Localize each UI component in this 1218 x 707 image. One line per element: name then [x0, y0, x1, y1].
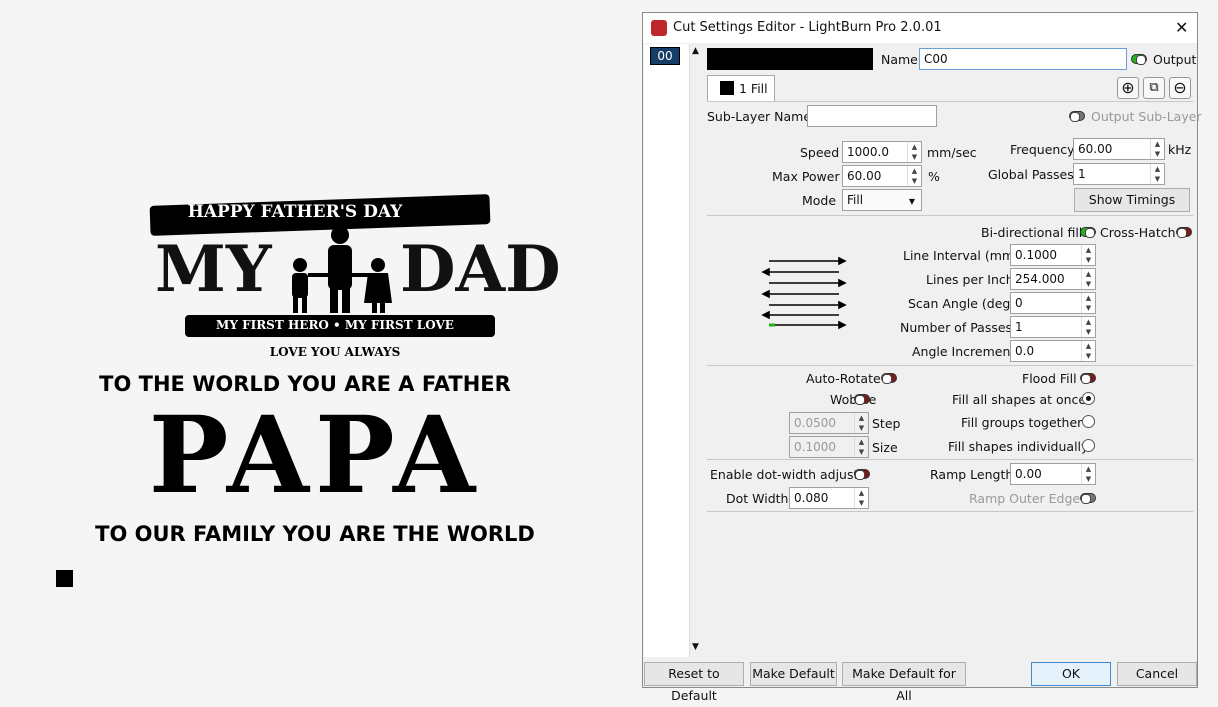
- name-input[interactable]: C00: [919, 48, 1127, 70]
- name-label: Name: [881, 52, 918, 67]
- output-label: Output: [1153, 52, 1197, 67]
- cancel-button[interactable]: Cancel: [1117, 662, 1197, 686]
- fill-groups-label: Fill groups together: [961, 415, 1083, 430]
- ramp-length-spinbox[interactable]: 0.00 ▲ ▼: [1010, 463, 1096, 485]
- frequency-label: Frequency: [1010, 142, 1075, 157]
- fill-preview-icon: [761, 253, 847, 331]
- add-sublayer-icon[interactable]: ⊕: [1117, 77, 1139, 99]
- art-line7: TO OUR FAMILY YOU ARE THE WORLD: [95, 522, 535, 546]
- fill-all-label: Fill all shapes at once: [952, 392, 1087, 407]
- max-power-label: Max Power: [772, 169, 840, 184]
- bidirectional-label: Bi-directional fill: [981, 225, 1083, 240]
- fill-all-radio[interactable]: [1082, 392, 1095, 405]
- size-label: Size: [872, 440, 898, 455]
- chevron-down-icon: ▼: [908, 197, 915, 206]
- global-passes-spinbox[interactable]: 1 ▲ ▼: [1073, 163, 1165, 185]
- num-passes-spinbox[interactable]: 1 ▲ ▼: [1010, 316, 1096, 338]
- layer-item-00[interactable]: 00: [650, 47, 680, 65]
- make-default-button[interactable]: Make Default: [750, 662, 837, 686]
- sublayer-name-input[interactable]: [807, 105, 937, 127]
- crosshatch-toggle[interactable]: [1176, 227, 1192, 238]
- window-title: Cut Settings Editor - LightBurn Pro 2.0.…: [673, 20, 942, 35]
- line-interval-spinbox[interactable]: 0.1000 ▲ ▼: [1010, 244, 1096, 266]
- wobble-toggle[interactable]: [854, 394, 870, 405]
- title-bar: Cut Settings Editor - LightBurn Pro 2.0.…: [643, 13, 1197, 43]
- scan-angle-label: Scan Angle (deg): [908, 296, 1016, 311]
- max-power-spinbox[interactable]: 60.00 ▲ ▼: [842, 165, 922, 187]
- fill-indiv-label: Fill shapes individually: [948, 439, 1089, 454]
- father-day-artwork[interactable]: HAPPY FATHER'S DAY MY DAD MY FIRST HERO …: [80, 190, 590, 560]
- autorotate-toggle[interactable]: [881, 373, 897, 384]
- sublayer-name-label: Sub-Layer Name: [707, 109, 812, 124]
- close-icon[interactable]: ✕: [1175, 18, 1188, 37]
- autorotate-label: Auto-Rotate: [806, 371, 881, 386]
- step-spinbox[interactable]: 0.0500 ▲ ▼: [789, 412, 869, 434]
- fill-indiv-radio[interactable]: [1082, 439, 1095, 452]
- tab-color-icon: [720, 81, 734, 95]
- dot-width-spinbox[interactable]: 0.080 ▲ ▼: [789, 487, 869, 509]
- art-line2a: MY: [155, 232, 272, 307]
- lpi-spinbox[interactable]: 254.000 ▲ ▼: [1010, 268, 1096, 290]
- divider-1: [707, 215, 1193, 216]
- art-line3: MY FIRST HERO • MY FIRST LOVE: [216, 318, 454, 332]
- fill-groups-radio[interactable]: [1082, 415, 1095, 428]
- divider-2: [707, 365, 1193, 366]
- angle-increment-label: Angle Increment: [912, 344, 1016, 359]
- ramp-outer-label: Ramp Outer Edge: [969, 491, 1081, 506]
- lightburn-logo-icon: [651, 20, 667, 36]
- flood-fill-toggle[interactable]: [1080, 373, 1096, 384]
- make-default-all-button[interactable]: Make Default for All: [842, 662, 966, 703]
- line-interval-label: Line Interval (mm): [903, 248, 1019, 263]
- max-power-unit: %: [928, 169, 940, 184]
- scroll-down-icon[interactable]: ▼: [692, 642, 699, 652]
- family-silhouette-icon: [280, 225, 400, 315]
- divider-4: [707, 511, 1193, 512]
- layer-list-scrollbar[interactable]: ▲ ▼: [689, 44, 703, 657]
- mode-dropdown[interactable]: Fill ▼: [842, 189, 922, 211]
- output-toggle[interactable]: [1131, 54, 1147, 65]
- output-sublayer-label: Output Sub-Layer: [1091, 109, 1202, 124]
- scan-angle-spinbox[interactable]: 0 ▲ ▼: [1010, 292, 1096, 314]
- art-line2b: DAD: [400, 232, 561, 307]
- angle-increment-spinbox[interactable]: 0.0 ▲ ▼: [1010, 340, 1096, 362]
- speed-spinbox[interactable]: 1000.0 ▲ ▼: [842, 141, 922, 163]
- ramp-length-label: Ramp Length: [930, 467, 1014, 482]
- dot-width-label: Dot Width:: [726, 491, 793, 506]
- show-timings-button[interactable]: Show Timings: [1074, 188, 1190, 212]
- reset-default-button[interactable]: Reset to Default: [644, 662, 744, 703]
- frequency-spinbox[interactable]: 60.00 ▲ ▼: [1073, 138, 1165, 160]
- art-line6: PAPA: [148, 392, 482, 517]
- mode-value: Fill: [847, 193, 864, 207]
- divider-3: [707, 459, 1193, 460]
- speed-unit: mm/sec: [927, 145, 977, 160]
- layer-color-swatch[interactable]: [707, 48, 873, 70]
- cut-settings-dialog: Cut Settings Editor - LightBurn Pro 2.0.…: [642, 12, 1202, 703]
- origin-marker: [56, 570, 73, 587]
- art-line4: LOVE YOU ALWAYS: [269, 345, 401, 359]
- tab-divider: [707, 101, 1193, 102]
- tab-label: 1 Fill: [739, 81, 768, 96]
- ramp-outer-toggle[interactable]: [1080, 493, 1096, 504]
- size-spinbox[interactable]: 0.1000 ▲ ▼: [789, 436, 869, 458]
- output-sublayer-toggle[interactable]: [1069, 111, 1085, 122]
- speed-label: Speed: [800, 145, 840, 160]
- crosshatch-label: Cross-Hatch: [1100, 225, 1176, 240]
- num-passes-label: Number of Passes: [900, 320, 1013, 335]
- dotwidth-adjust-label: Enable dot-width adjust: [710, 467, 859, 482]
- mode-label: Mode: [802, 193, 837, 208]
- step-label: Step: [872, 416, 901, 431]
- global-passes-label: Global Passes: [988, 167, 1074, 182]
- ok-button[interactable]: OK: [1031, 662, 1111, 686]
- lpi-label: Lines per Inch: [926, 272, 1014, 287]
- tab-fill[interactable]: 1 Fill: [707, 75, 775, 101]
- copy-sublayer-icon[interactable]: ⧉: [1143, 77, 1165, 99]
- art-line1: HAPPY FATHER'S DAY: [187, 202, 403, 222]
- bidirectional-toggle[interactable]: [1080, 227, 1096, 238]
- flood-fill-label: Flood Fill: [1022, 371, 1077, 386]
- dotwidth-adjust-toggle[interactable]: [854, 469, 870, 480]
- frequency-unit: kHz: [1168, 142, 1192, 157]
- scroll-up-icon[interactable]: ▲: [692, 46, 699, 56]
- remove-sublayer-icon[interactable]: ⊖: [1169, 77, 1191, 99]
